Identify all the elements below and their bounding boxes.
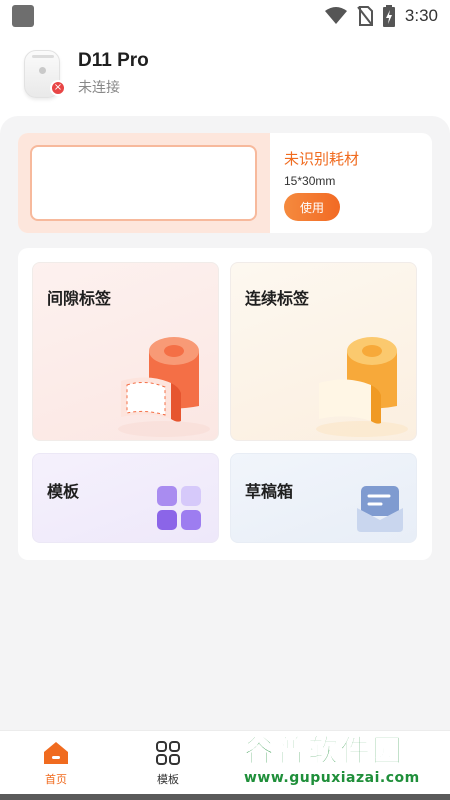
notification-icon [12, 5, 34, 27]
template-tile[interactable]: 模板 [32, 453, 219, 543]
gap-label-roll-icon [118, 337, 210, 437]
continuous-label-roll-icon [316, 337, 408, 437]
continuous-label-title: 连续标签 [245, 289, 310, 308]
nav-template-label: 模板 [157, 773, 179, 786]
continuous-label-tile[interactable]: 连续标签 [230, 262, 417, 441]
consumable-card[interactable]: 未识别耗材 15*30mm 使用 [18, 133, 432, 233]
use-button[interactable]: 使用 [284, 193, 340, 221]
nav-home-label: 首页 [45, 773, 67, 786]
consumable-title: 未识别耗材 [284, 150, 360, 168]
draft-box-title: 草稿箱 [245, 482, 294, 501]
device-header[interactable]: × D11 Pro 未连接 [0, 40, 450, 110]
features-card: 间隙标签 连续标签 模板 草稿箱 [18, 248, 432, 560]
watermark-url: www.gupuxiazai.com [244, 770, 420, 786]
template-grid-icon [157, 486, 201, 530]
consumable-size: 15*30mm [284, 174, 336, 188]
nav-template[interactable]: 模板 [138, 741, 198, 787]
clock: 3:30 [404, 6, 438, 25]
gap-label-tile[interactable]: 间隙标签 [32, 262, 219, 441]
connection-status: 未连接 [78, 80, 120, 96]
draft-box-icon [357, 486, 403, 532]
gap-label-title: 间隙标签 [47, 289, 112, 308]
battery-charging-icon [382, 5, 395, 27]
template-grid-icon [156, 741, 180, 765]
label-preview-area [18, 133, 270, 233]
device-name: D11 Pro [78, 50, 149, 71]
home-icon [44, 742, 68, 764]
label-preview [30, 145, 257, 221]
wifi-icon [324, 7, 347, 24]
no-sim-icon [357, 6, 373, 26]
system-nav-bar [0, 794, 450, 800]
nav-home[interactable]: 首页 [26, 741, 86, 787]
draft-box-tile[interactable]: 草稿箱 [230, 453, 417, 543]
site-watermark: 谷普软件园 www.gupuxiazai.com [244, 734, 450, 794]
watermark-title: 谷普软件园 [244, 734, 404, 770]
status-bar: 3:30 [0, 0, 450, 32]
template-title: 模板 [47, 482, 80, 501]
disconnected-icon: × [50, 80, 66, 96]
